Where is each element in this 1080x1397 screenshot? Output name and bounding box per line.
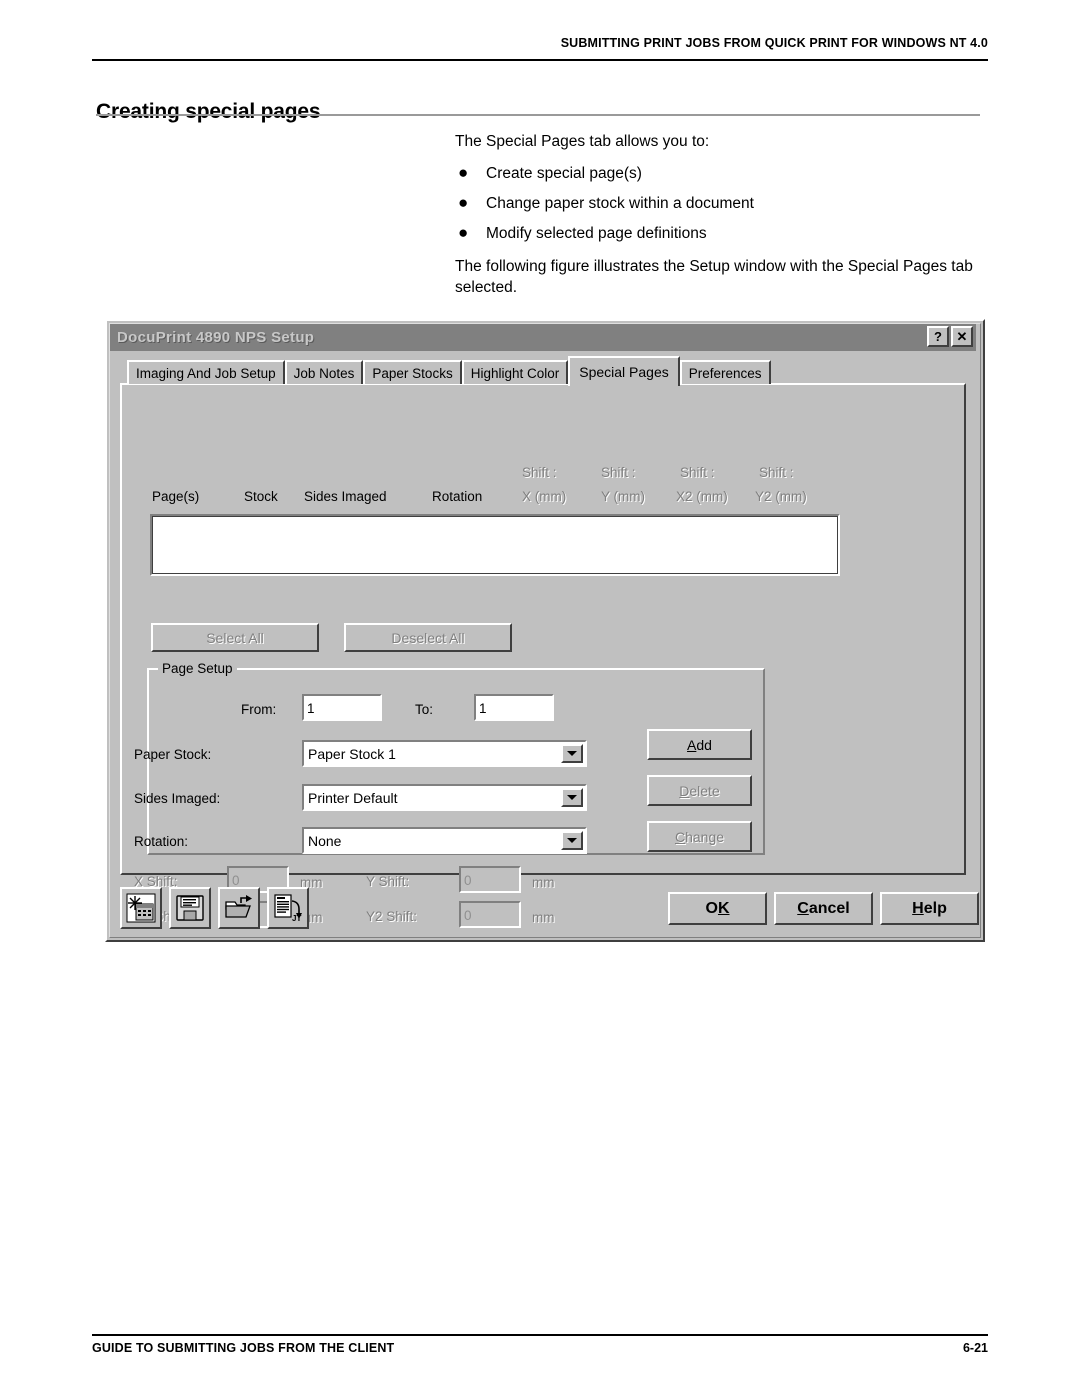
docuprint-setup-dialog: DocuPrint 4890 NPS Setup ? ✕ Imaging And…	[105, 319, 985, 942]
y-shift-unit: mm	[532, 875, 555, 890]
from-label: From:	[241, 702, 277, 717]
column-header-y-shift-top: Shift :	[601, 465, 636, 480]
open-settings-icon[interactable]	[218, 887, 260, 929]
column-header-x-shift: X (mm)	[522, 489, 567, 504]
ok-button[interactable]: OK	[668, 892, 767, 925]
help-button-label: Help	[912, 899, 947, 917]
change-button-label: Change	[674, 828, 725, 845]
bullet-icon: ●	[458, 193, 469, 212]
title-rule	[96, 114, 980, 116]
chevron-down-icon[interactable]	[561, 831, 583, 850]
column-header-pages: Page(s)	[152, 489, 200, 504]
sides-imaged-value: Printer Default	[308, 789, 398, 806]
deselect-all-button[interactable]: Deselect All	[344, 623, 512, 652]
footer-rule	[92, 1334, 988, 1336]
chevron-down-icon[interactable]	[561, 744, 583, 763]
paper-stock-label: Paper Stock:	[134, 747, 212, 762]
to-input[interactable]	[474, 694, 554, 721]
close-icon[interactable]: ✕	[951, 326, 973, 347]
restore-defaults-icon[interactable]	[120, 887, 162, 929]
dialog-titlebar[interactable]: DocuPrint 4890 NPS Setup ? ✕	[110, 324, 976, 351]
rotation-label: Rotation:	[134, 834, 189, 849]
cancel-button[interactable]: Cancel	[774, 892, 873, 925]
cancel-button-label: Cancel	[797, 899, 850, 917]
tab-preferences[interactable]: Preferences	[679, 360, 771, 384]
outro-paragraph: The following figure illustrates the Set…	[455, 258, 973, 296]
rotation-value: None	[308, 832, 342, 849]
tab-paper-stocks[interactable]: Paper Stocks	[363, 360, 462, 384]
help-button[interactable]: Help	[880, 892, 979, 925]
select-all-button[interactable]: Select All	[151, 623, 319, 652]
column-header-y2-shift: Y2 (mm)	[755, 489, 807, 504]
y-shift-input[interactable]	[459, 866, 521, 893]
dialog-title: DocuPrint 4890 NPS Setup	[117, 329, 315, 346]
column-header-x2-shift-top: Shift :	[680, 465, 715, 480]
add-button[interactable]: Add	[647, 729, 752, 760]
list-item: ● Change paper stock within a document	[455, 193, 980, 214]
ok-button-label: OK	[705, 899, 730, 917]
job-ticket-icon[interactable]: JT	[267, 887, 309, 929]
y2-shift-unit: mm	[532, 910, 555, 925]
special-pages-tab-panel: Page(s) Stock Sides Imaged Rotation Shif…	[120, 383, 966, 928]
column-header-x2-shift: X2 (mm)	[676, 489, 728, 504]
delete-button-label: Delete	[679, 782, 720, 799]
help-question-icon[interactable]: ?	[927, 326, 949, 347]
sides-imaged-combobox[interactable]: Printer Default	[302, 784, 587, 811]
list-item: ● Modify selected page definitions	[455, 223, 980, 244]
running-head: SUBMITTING PRINT JOBS FROM QUICK PRINT F…	[560, 36, 988, 50]
tab-special-pages[interactable]: Special Pages	[568, 356, 680, 386]
page-title: Creating special pages	[96, 100, 321, 124]
rotation-combobox[interactable]: None	[302, 827, 587, 854]
column-header-y2-shift-top: Shift :	[759, 465, 794, 480]
delete-button[interactable]: Delete	[647, 775, 752, 806]
from-input[interactable]	[302, 694, 382, 721]
tabstrip: Imaging And Job Setup Job Notes Paper St…	[127, 356, 771, 386]
paper-stock-combobox[interactable]: Paper Stock 1	[302, 740, 587, 767]
special-pages-listbox[interactable]	[150, 514, 840, 576]
save-settings-icon[interactable]	[169, 887, 211, 929]
column-header-y-shift: Y (mm)	[601, 489, 645, 504]
list-item-label: Modify selected page definitions	[486, 225, 707, 242]
bullet-icon: ●	[458, 163, 469, 182]
list-item: ● Create special page(s)	[455, 163, 980, 184]
intro-paragraph: The Special Pages tab allows you to:	[455, 133, 710, 150]
bullet-icon: ●	[458, 223, 469, 242]
page-setup-group-title: Page Setup	[158, 661, 237, 676]
to-label: To:	[415, 702, 434, 717]
y2-shift-label: Y2 Shift:	[366, 909, 418, 924]
footer-page-number: 6-21	[962, 1341, 988, 1355]
column-header-rotation: Rotation	[432, 489, 483, 504]
change-button[interactable]: Change	[647, 821, 752, 852]
tab-imaging-and-job-setup[interactable]: Imaging And Job Setup	[127, 360, 285, 384]
add-button-label: Add	[687, 736, 712, 753]
list-item-label: Change paper stock within a document	[486, 195, 754, 212]
chevron-down-icon[interactable]	[561, 788, 583, 807]
y2-shift-input[interactable]	[459, 901, 521, 928]
svg-text:JT: JT	[292, 914, 301, 923]
dialog-toolbar: JT	[120, 887, 309, 929]
column-header-stock: Stock	[244, 489, 278, 504]
column-header-sides-imaged: Sides Imaged	[304, 489, 387, 504]
sides-imaged-label: Sides Imaged:	[134, 791, 221, 806]
y-shift-label: Y Shift:	[366, 874, 410, 889]
column-header-x-shift-top: Shift :	[522, 465, 557, 480]
titlebar-buttons: ? ✕	[927, 326, 973, 347]
body-column: The Special Pages tab allows you to: ● Cr…	[455, 131, 980, 298]
feature-bullet-list: ● Create special page(s) ● Change paper st…	[455, 163, 980, 244]
paper-stock-value: Paper Stock 1	[308, 745, 396, 762]
header-rule	[92, 59, 988, 61]
tab-highlight-color[interactable]: Highlight Color	[461, 360, 569, 384]
list-item-label: Create special page(s)	[486, 165, 642, 182]
tab-job-notes[interactable]: Job Notes	[284, 360, 364, 384]
